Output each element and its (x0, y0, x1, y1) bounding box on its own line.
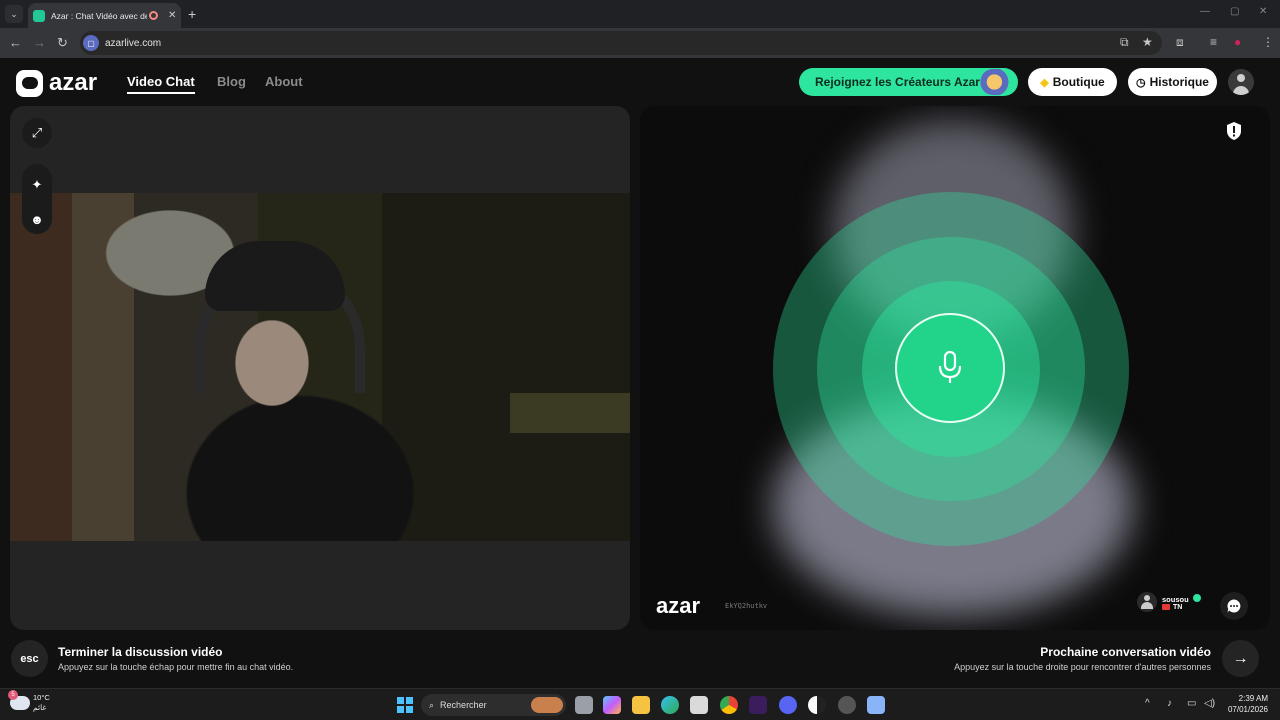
vegas-app-icon[interactable] (749, 696, 767, 714)
task-view-icon[interactable] (575, 696, 593, 714)
microphone-indicator (895, 313, 1005, 423)
search-placeholder: Rechercher (440, 700, 487, 710)
bookmark-star-icon[interactable]: ★ (1142, 35, 1153, 49)
partner-profile[interactable]: sousou TN (1137, 592, 1201, 612)
weather-widget[interactable]: 5 10°C غائم (8, 690, 50, 713)
logo-text: azar (49, 69, 98, 96)
chat-bubble-icon[interactable] (1220, 592, 1248, 620)
my-camera-feed (10, 193, 630, 541)
chrome-icon[interactable] (720, 696, 738, 714)
next-arrow-button[interactable]: → (1222, 640, 1259, 677)
shop-button[interactable]: ◆ Boutique (1028, 68, 1117, 96)
azar-watermark: azar (656, 593, 701, 618)
partner-avatar-icon (1137, 592, 1157, 612)
discord-icon[interactable] (779, 696, 797, 714)
close-window-icon[interactable]: ✕ (1259, 6, 1267, 17)
store-icon[interactable] (690, 696, 708, 714)
browser-tab-azar[interactable]: Azar : Chat Vidéo avec de n ✕ (28, 3, 181, 28)
tray-network-icon[interactable]: ▭ (1187, 698, 1196, 709)
tray-mic-icon[interactable]: ♪ (1167, 698, 1172, 709)
reload-icon[interactable]: ↻ (57, 35, 68, 51)
end-chat-title: Terminer la discussion vidéo (58, 645, 223, 659)
clock-time: 2:39 AM (1238, 694, 1268, 703)
windows-start-icon[interactable] (397, 697, 413, 713)
obs-icon[interactable] (808, 696, 826, 714)
nav-blog[interactable]: Blog (217, 74, 246, 89)
cloud-icon: 5 (8, 690, 30, 710)
search-highlight-icon (531, 697, 563, 713)
browser-toolbar: ← → ↻ ▢ azarlive.com ⧉ ★ ⧈ ≡ ● ⋮ (0, 28, 1280, 58)
shop-label: Boutique (1052, 75, 1105, 89)
join-creators-button[interactable]: Rejoignez les Créateurs Azar (799, 68, 1018, 96)
install-app-icon[interactable]: ⧉ (1120, 35, 1129, 50)
report-shield-icon[interactable] (1223, 120, 1245, 142)
system-clock[interactable]: 2:39 AM 07/01/2026 (1222, 693, 1268, 715)
sticker-face-icon[interactable]: ☻ (22, 204, 52, 234)
tab-list-button[interactable]: ⌄ (5, 5, 23, 23)
tab-title: Azar : Chat Vidéo avec de n (51, 10, 147, 21)
my-video-panel: ⤢ ✦ ☻ (10, 106, 630, 630)
taskbar-search[interactable]: ⌕ Rechercher (421, 694, 566, 716)
nav-video-chat[interactable]: Video Chat (127, 74, 195, 94)
forward-icon[interactable]: → (33, 35, 46, 50)
site-info-icon[interactable]: ▢ (83, 35, 99, 51)
watermark-code: EkYQ2hutkv (725, 602, 768, 610)
nav-about[interactable]: About (265, 74, 303, 89)
expand-icon[interactable]: ⤢ (22, 118, 52, 148)
tunisia-flag-icon (1162, 604, 1170, 610)
azar-favicon-icon (33, 9, 45, 22)
azar-logo-icon (16, 69, 43, 97)
profile-icon[interactable]: ● (1234, 35, 1241, 49)
weather-badge: 5 (8, 690, 18, 700)
gem-icon: ◆ (1040, 76, 1049, 89)
clock-icon: ◷ (1136, 76, 1146, 89)
partner-country: TN (1173, 603, 1183, 611)
tray-volume-icon[interactable]: ◁) (1204, 698, 1215, 709)
sparkle-effects-icon[interactable]: ✦ (22, 170, 52, 200)
end-chat-subtitle: Appuyez sur la touche échap pour mettre … (58, 662, 294, 672)
clock-date: 07/01/2026 (1227, 705, 1268, 714)
verified-icon (1192, 593, 1201, 602)
file-explorer-icon[interactable] (632, 696, 650, 714)
history-label: Historique (1149, 75, 1209, 89)
weather-label: غائم (33, 703, 47, 712)
minimize-icon[interactable]: — (1200, 6, 1210, 17)
edge-icon[interactable] (661, 696, 679, 714)
azar-logo[interactable]: azar (16, 69, 97, 97)
restore-icon[interactable]: ▢ (1230, 6, 1239, 17)
history-button[interactable]: ◷ Historique (1128, 68, 1217, 96)
calculator-icon[interactable] (867, 696, 885, 714)
recording-indicator-icon (149, 11, 158, 20)
esc-end-chat-button[interactable]: esc (11, 640, 48, 677)
new-tab-button[interactable]: + (188, 6, 196, 22)
menu-kebab-icon[interactable]: ⋮ (1262, 35, 1274, 49)
copilot-icon[interactable] (603, 696, 621, 714)
user-avatar[interactable] (1228, 69, 1254, 95)
url-text: azarlive.com (105, 37, 162, 49)
join-creators-label: Rejoignez les Créateurs Azar (815, 75, 980, 89)
next-chat-title: Prochaine conversation vidéo (1040, 645, 1211, 659)
address-bar[interactable]: ▢ azarlive.com (80, 31, 1162, 55)
tray-chevron-icon[interactable]: ^ (1145, 698, 1150, 709)
back-icon[interactable]: ← (9, 35, 22, 50)
steam-icon[interactable] (838, 696, 856, 714)
browser-tabbar: ⌄ Azar : Chat Vidéo avec de n ✕ + — ▢ ✕ (0, 0, 1280, 28)
windows-taskbar: 5 10°C غائم ⌕ Rechercher ^ ♪ ▭ ◁) 2:39 A… (0, 688, 1280, 720)
microphone-icon (938, 350, 962, 383)
temperature: 10°C (33, 693, 50, 702)
search-icon: ⌕ (429, 699, 435, 710)
partner-name: sousou (1162, 594, 1189, 604)
next-chat-subtitle: Appuyez sur la touche droite pour rencon… (954, 662, 1211, 672)
extensions-icon[interactable]: ⧈ (1176, 35, 1184, 50)
cap-shape (205, 241, 345, 311)
azar-page: azar Video Chat Blog About Rejoignez les… (0, 58, 1280, 688)
creators-illustration-icon (980, 69, 1016, 95)
partner-video-panel: azar EkYQ2hutkv sousou TN (640, 106, 1270, 630)
tab-close-icon[interactable]: ✕ (168, 10, 176, 21)
media-control-icon[interactable]: ≡ (1210, 35, 1217, 49)
